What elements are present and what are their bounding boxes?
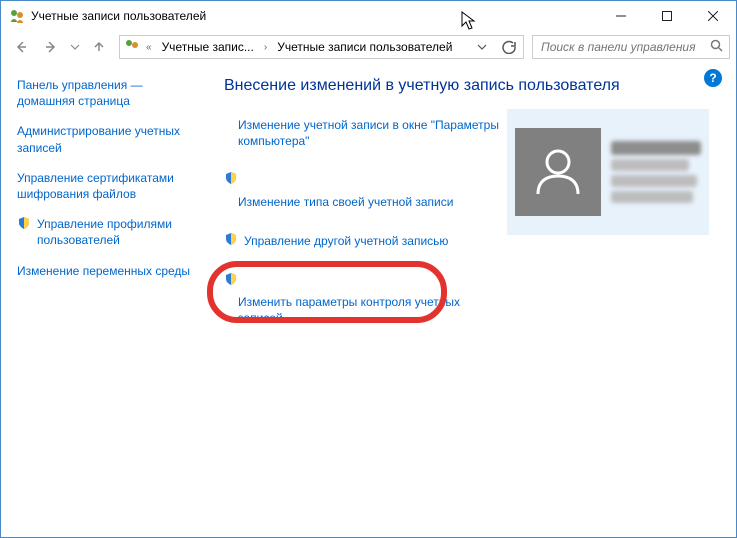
sidebar-item-certificates[interactable]: Управление сертификатами шифрования файл…: [17, 170, 196, 202]
action-label: Изменение учетной записи в окне "Парамет…: [224, 117, 506, 149]
action-label: Изменить параметры контроля учетных запи…: [224, 294, 506, 326]
window-controls: [598, 1, 736, 31]
sidebar-item-label: Управление сертификатами шифрования файл…: [17, 170, 196, 202]
sidebar-item-profiles[interactable]: Управление профилями пользователей: [17, 216, 196, 248]
shield-icon: [17, 216, 31, 248]
sidebar-item-label: Администрирование учетных записей: [17, 123, 196, 155]
minimize-button[interactable]: [598, 1, 644, 31]
action-label: Изменение типа своей учетной записи: [224, 194, 453, 210]
titlebar: Учетные записи пользователей: [1, 1, 736, 31]
action-label: Управление другой учетной записью: [244, 233, 448, 249]
shield-icon: [224, 171, 238, 189]
breadcrumb-root-icon: [124, 38, 140, 57]
breadcrumb-sep-icon: «: [144, 42, 154, 53]
maximize-button[interactable]: [644, 1, 690, 31]
user-name-blurred: [611, 141, 701, 155]
toolbar: « Учетные запис... › Учетные записи поль…: [1, 31, 736, 63]
sidebar-item-env-vars[interactable]: Изменение переменных среды: [17, 263, 196, 279]
sidebar-item-label: Панель управления — домашняя страница: [17, 77, 196, 109]
sidebar-item-label: Управление профилями пользователей: [37, 216, 196, 248]
user-detail-blurred: [611, 159, 689, 171]
breadcrumb-item[interactable]: Учетные запис...: [158, 40, 258, 54]
search-input[interactable]: [539, 39, 710, 55]
user-accounts-icon: [9, 8, 25, 24]
user-detail-blurred: [611, 191, 693, 203]
nav-forward-button[interactable]: [37, 35, 65, 59]
sidebar-item-home[interactable]: Панель управления — домашняя страница: [17, 77, 196, 109]
shield-icon: [224, 272, 238, 290]
sidebar-item-label: Изменение переменных среды: [17, 263, 196, 279]
nav-history-dropdown[interactable]: [67, 42, 83, 52]
sidebar-item-admin-accounts[interactable]: Администрирование учетных записей: [17, 123, 196, 155]
action-manage-other-account[interactable]: Управление другой учетной записью: [224, 232, 506, 250]
close-button[interactable]: [690, 1, 736, 31]
action-change-uac-settings[interactable]: Изменить параметры контроля учетных запи…: [224, 272, 506, 327]
refresh-button[interactable]: [495, 35, 523, 59]
search-icon[interactable]: [710, 39, 723, 55]
chevron-right-icon: ›: [262, 42, 269, 53]
address-bar[interactable]: « Учетные запис... › Учетные записи поль…: [119, 35, 524, 59]
user-account-card[interactable]: [507, 109, 709, 235]
action-change-account-type[interactable]: Изменение типа своей учетной записи: [224, 171, 506, 209]
sidebar: Панель управления — домашняя страница Ад…: [1, 63, 206, 537]
page-title: Внесение изменений в учетную запись поль…: [224, 77, 708, 95]
action-change-account-pc-settings[interactable]: Изменение учетной записи в окне "Парамет…: [224, 117, 506, 149]
shield-icon: [224, 232, 238, 250]
user-detail-blurred: [611, 175, 697, 187]
window-title: Учетные записи пользователей: [31, 9, 206, 23]
nav-back-button[interactable]: [7, 35, 35, 59]
breadcrumb-item[interactable]: Учетные записи пользователей: [273, 40, 456, 54]
nav-up-button[interactable]: [85, 35, 113, 59]
avatar: [515, 128, 601, 216]
address-dropdown[interactable]: [473, 42, 491, 52]
search-box[interactable]: [532, 35, 730, 59]
user-info: [611, 141, 701, 203]
